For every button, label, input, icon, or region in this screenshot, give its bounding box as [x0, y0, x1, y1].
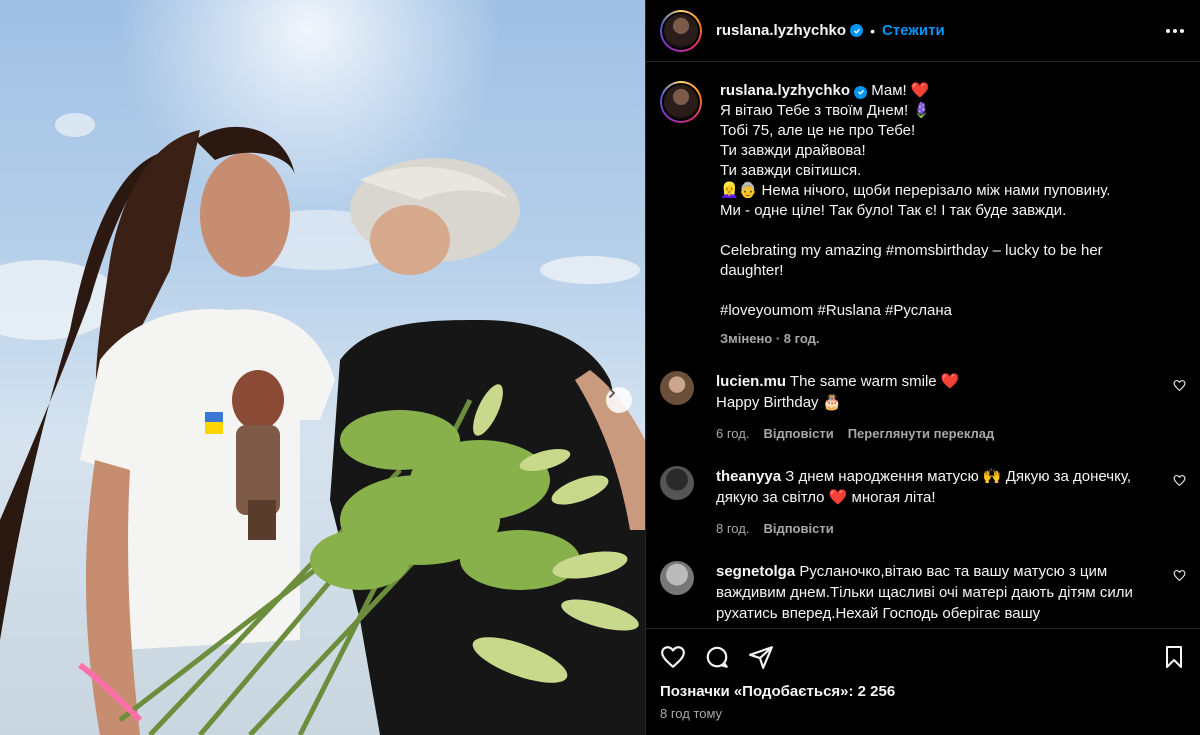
- heart-icon: [1173, 570, 1186, 582]
- caption-line: Тобі 75, але це не про Тебе!: [720, 122, 916, 139]
- commenter-avatar[interactable]: [660, 466, 694, 500]
- comment-like-button[interactable]: [1173, 379, 1186, 397]
- save-button[interactable]: [1162, 645, 1186, 669]
- caption-hashtags[interactable]: #loveyoumom #Ruslana #Руслана: [720, 301, 1170, 321]
- reply-button[interactable]: Відповісти: [763, 518, 833, 539]
- comment-item: theanyya З днем народження матусю 🙌 Дяку…: [660, 466, 1186, 539]
- author-username[interactable]: ruslana.lyzhychko: [716, 22, 846, 39]
- photo-illustration: [0, 0, 645, 735]
- comment-button[interactable]: [704, 644, 730, 670]
- like-button[interactable]: [660, 644, 686, 670]
- commenter-username[interactable]: segnetolga: [716, 563, 795, 580]
- caption-author-avatar[interactable]: [660, 81, 702, 123]
- likes-count[interactable]: Позначки «Подобається»: 2 256: [660, 683, 1186, 700]
- more-options-button[interactable]: [1164, 23, 1186, 39]
- caption-line: 👱‍♀️👵 Нема нічого, щоби перерізало між н…: [720, 182, 1111, 199]
- post-actions: Позначки «Подобається»: 2 256 8 год тому: [646, 628, 1200, 735]
- comment-item: segnetolga Русланочко,вітаю вас та вашу …: [660, 561, 1186, 624]
- caption-line: Ми - одне ціле! Так було! Так є! І так б…: [720, 202, 1067, 219]
- comment-text: The same warm smile ❤️: [789, 373, 960, 390]
- see-translation-button[interactable]: Переглянути переклад: [848, 423, 995, 444]
- follow-button[interactable]: Стежити: [882, 22, 945, 39]
- caption-line: Мам! ❤️: [871, 82, 930, 99]
- commenter-username[interactable]: theanyya: [716, 468, 781, 485]
- commenter-avatar[interactable]: [660, 371, 694, 405]
- comment-time: 6 год.: [716, 426, 750, 441]
- heart-icon: [1173, 475, 1186, 487]
- comment-like-button[interactable]: [1173, 569, 1186, 587]
- caption-line: Я вітаю Тебе з твоїм Днем! 🪻: [720, 102, 932, 119]
- commenter-avatar[interactable]: [660, 561, 694, 595]
- author-avatar[interactable]: [660, 9, 702, 52]
- post-caption: ruslana.lyzhychko Мам! ❤️ Я вітаю Тебе з…: [660, 81, 1186, 349]
- heart-icon: [1173, 380, 1186, 392]
- comments-scroll-area[interactable]: ruslana.lyzhychko Мам! ❤️ Я вітаю Тебе з…: [646, 63, 1200, 628]
- bookmark-icon: [1166, 646, 1182, 668]
- verified-icon: [850, 24, 864, 37]
- more-icon: [1166, 28, 1170, 33]
- caption-line: Ти завжди драйвова!: [720, 142, 866, 159]
- share-icon: [749, 646, 773, 669]
- comment-item: lucien.mu The same warm smile ❤️ Happy B…: [660, 371, 1186, 444]
- caption-author-username[interactable]: ruslana.lyzhychko: [720, 82, 850, 99]
- commenter-username[interactable]: lucien.mu: [716, 373, 786, 390]
- comment-time: 8 год.: [716, 521, 750, 536]
- post-header: ruslana.lyzhychko • Стежити: [646, 0, 1200, 62]
- chevron-right-icon: [609, 388, 616, 398]
- caption-edited-time: Змінено · 8 год.: [720, 331, 820, 346]
- separator-dot: •: [870, 22, 875, 39]
- share-button[interactable]: [748, 644, 774, 670]
- post-side-panel: ruslana.lyzhychko • Стежити ruslana.lyzh…: [645, 0, 1200, 735]
- heart-icon: [661, 646, 685, 668]
- comment-like-button[interactable]: [1173, 474, 1186, 492]
- comment-icon: [706, 646, 728, 668]
- post-photo[interactable]: [0, 0, 645, 735]
- post-timestamp: 8 год тому: [660, 706, 723, 721]
- comment-text: Happy Birthday 🎂: [716, 394, 842, 411]
- carousel-next-button[interactable]: [606, 387, 632, 413]
- caption-line: Ти завжди світишся.: [720, 162, 862, 179]
- verified-icon: [854, 85, 868, 99]
- caption-line: Celebrating my amazing #momsbirthday – l…: [720, 242, 1103, 279]
- reply-button[interactable]: Відповісти: [763, 423, 833, 444]
